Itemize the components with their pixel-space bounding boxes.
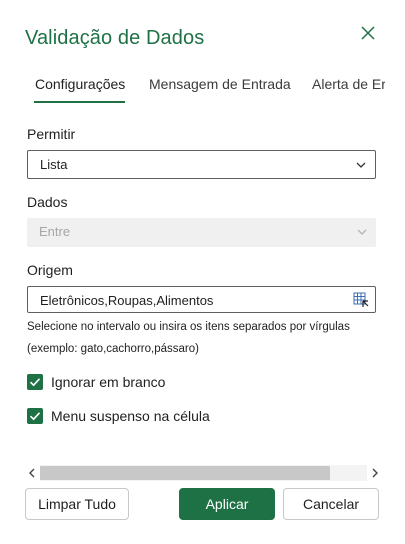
allow-select-value: Lista bbox=[40, 157, 68, 172]
chevron-down-icon bbox=[357, 229, 367, 235]
data-select: Entre bbox=[27, 218, 376, 247]
close-icon bbox=[361, 26, 375, 40]
ignore-blank-label: Ignorar em branco bbox=[51, 374, 166, 390]
in-cell-dropdown-label: Menu suspenso na célula bbox=[51, 408, 210, 424]
horizontal-scrollbar[interactable] bbox=[26, 465, 381, 481]
source-label: Origem bbox=[27, 262, 73, 278]
close-button[interactable] bbox=[357, 22, 379, 44]
in-cell-dropdown-checkbox[interactable] bbox=[27, 408, 43, 424]
data-select-value: Entre bbox=[39, 224, 71, 239]
check-icon bbox=[29, 378, 41, 387]
range-select-icon[interactable] bbox=[353, 292, 369, 308]
source-input[interactable]: Eletrônicos,Roupas,Alimentos bbox=[27, 286, 376, 313]
scroll-left-icon[interactable] bbox=[26, 467, 38, 479]
tab-error-alert[interactable]: Alerta de Erro bbox=[312, 76, 385, 92]
allow-select[interactable]: Lista bbox=[27, 150, 376, 179]
chevron-down-icon bbox=[356, 162, 366, 168]
data-label: Dados bbox=[27, 194, 68, 210]
source-hint-line2: (exemplo: gato,cachorro,pássaro) bbox=[27, 343, 199, 355]
active-tab-indicator bbox=[34, 101, 125, 103]
apply-button[interactable]: Aplicar bbox=[179, 488, 275, 520]
scroll-right-icon[interactable] bbox=[369, 467, 381, 479]
allow-label: Permitir bbox=[27, 126, 76, 142]
clear-all-button[interactable]: Limpar Tudo bbox=[25, 488, 129, 520]
check-icon bbox=[29, 412, 41, 421]
dialog-title: Validação de Dados bbox=[25, 27, 205, 49]
scrollbar-thumb[interactable] bbox=[40, 466, 330, 480]
tab-bar: Configurações Mensagem de Entrada Alerta… bbox=[0, 70, 385, 106]
cancel-button[interactable]: Cancelar bbox=[283, 488, 379, 520]
data-validation-panel: Validação de Dados Configurações Mensage… bbox=[0, 0, 405, 544]
ignore-blank-checkbox[interactable] bbox=[27, 374, 43, 390]
source-hint-line1: Selecione no intervalo ou insira os iten… bbox=[27, 321, 350, 333]
source-input-value: Eletrônicos,Roupas,Alimentos bbox=[40, 293, 214, 308]
tab-input-message[interactable]: Mensagem de Entrada bbox=[149, 76, 291, 92]
tab-settings[interactable]: Configurações bbox=[35, 76, 125, 92]
